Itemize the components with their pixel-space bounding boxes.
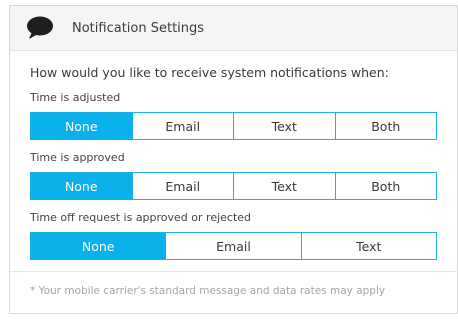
group-label-time-off-request: Time off request is approved or rejected — [30, 211, 252, 224]
time-approved-option-none[interactable]: None — [31, 173, 132, 199]
time-approved-option-text[interactable]: Text — [233, 173, 335, 199]
group-label-time-approved: Time is approved — [30, 151, 125, 164]
notification-question: How would you like to receive system not… — [30, 65, 389, 80]
time-off-request-option-text[interactable]: Text — [300, 233, 436, 259]
time-off-request-option-none[interactable]: None — [31, 233, 166, 259]
time-approved-options: None Email Text Both — [30, 172, 437, 200]
time-adjusted-option-text[interactable]: Text — [233, 113, 335, 139]
card-header: Notification Settings — [10, 6, 457, 51]
time-off-request-options: None Email Text — [30, 232, 437, 260]
time-adjusted-option-email[interactable]: Email — [131, 113, 233, 139]
group-label-time-adjusted: Time is adjusted — [30, 91, 121, 104]
speech-bubble-icon — [26, 15, 58, 41]
card-body: How would you like to receive system not… — [10, 51, 457, 297]
time-approved-option-email[interactable]: Email — [131, 173, 233, 199]
notification-settings-card: Notification Settings How would you like… — [9, 5, 458, 314]
time-adjusted-option-both[interactable]: Both — [334, 113, 436, 139]
page-title: Notification Settings — [72, 20, 205, 36]
carrier-rates-footnote: * Your mobile carrier's standard message… — [30, 285, 386, 297]
time-adjusted-option-none[interactable]: None — [31, 113, 132, 139]
time-adjusted-options: None Email Text Both — [30, 112, 437, 140]
time-off-request-option-email[interactable]: Email — [165, 233, 301, 259]
time-approved-option-both[interactable]: Both — [334, 173, 436, 199]
